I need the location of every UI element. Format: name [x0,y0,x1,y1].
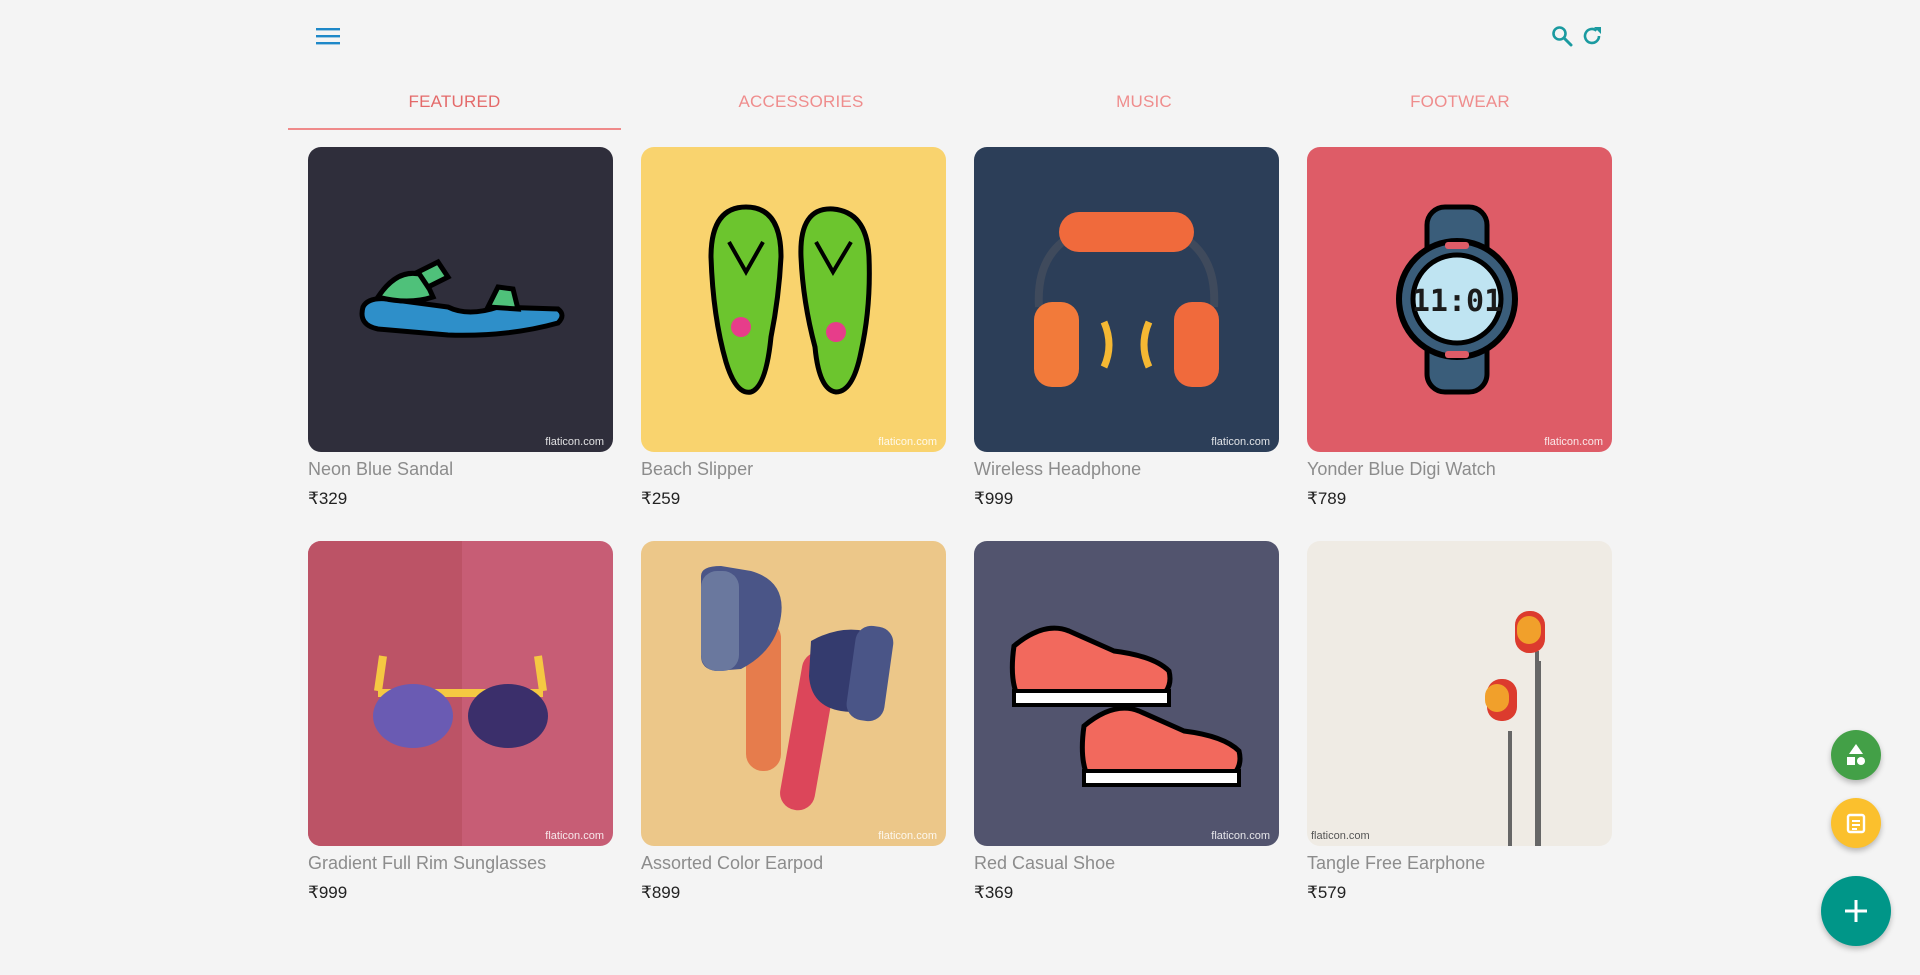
product-price: ₹899 [641,883,681,902]
watermark: flaticon.com [545,436,604,448]
product-image: flaticon.com [308,541,613,846]
tab-music[interactable]: MUSIC [981,78,1307,130]
product-name: Assorted Color Earpod [641,853,824,873]
watermark: flaticon.com [1544,436,1603,448]
product-name: Gradient Full Rim Sunglasses [308,853,547,873]
watermark: flaticon.com [1211,830,1270,842]
product-image: flaticon.com [641,147,946,452]
product-name: Beach Slipper [641,459,754,479]
product-price: ₹329 [308,489,348,508]
earpod-icon [701,566,894,811]
headphone-icon [1034,212,1219,387]
product-price: ₹579 [1307,883,1347,902]
watch-icon: 11:01 [1396,204,1518,395]
shapes-fab-button[interactable] [1831,730,1881,780]
tab-featured[interactable]: FEATURED [288,78,621,130]
product-card[interactable]: flaticon.com Red Casual Shoe ₹369 [974,541,1279,903]
shapes-icon [1847,744,1865,765]
product-price: ₹999 [974,489,1014,508]
product-name: Yonder Blue Digi Watch [1307,459,1496,479]
product-image: flaticon.com [974,147,1279,452]
product-name: Red Casual Shoe [974,853,1116,873]
notes-fab-button[interactable] [1831,798,1881,848]
watermark: flaticon.com [545,830,604,842]
product-price: ₹369 [974,883,1014,902]
product-name: Neon Blue Sandal [308,459,454,479]
product-image: flaticon.com [308,147,613,452]
tab-accessories[interactable]: ACCESSORIES [621,78,981,130]
product-card[interactable]: 11:01 flaticon.com Yonder Blue Digi Watc… [1307,147,1612,509]
product-name: Tangle Free Earphone [1307,853,1486,873]
watermark: flaticon.com [1311,830,1370,842]
watermark: flaticon.com [878,830,937,842]
hamburger-menu-icon[interactable] [312,20,344,52]
sandal-icon [359,258,565,338]
product-card[interactable]: flaticon.com Neon Blue Sandal ₹329 [308,147,613,509]
product-name: Wireless Headphone [974,459,1142,479]
product-image: flaticon.com [974,541,1279,846]
watch-time: 11:01 [1412,284,1502,319]
earphone-icon [1485,611,1545,846]
product-card[interactable]: flaticon.com Wireless Headphone ₹999 [974,147,1279,509]
watermark: flaticon.com [878,436,937,448]
tab-footwear[interactable]: FOOTWEAR [1307,78,1613,130]
sunglasses-icon [308,541,548,846]
product-image: flaticon.com [1307,541,1612,846]
product-image: 11:01 flaticon.com [1307,147,1612,452]
product-price: ₹259 [641,489,681,508]
slipper-icon [708,204,872,395]
product-price: ₹999 [308,883,348,902]
product-card[interactable]: flaticon.com Assorted Color Earpod ₹899 [641,541,946,903]
product-card[interactable]: flaticon.com Beach Slipper ₹259 [641,147,946,509]
product-card[interactable]: flaticon.com Tangle Free Earphone ₹579 [1307,541,1612,903]
refresh-icon[interactable] [1578,22,1606,50]
watermark: flaticon.com [1211,436,1270,448]
category-tabs: FEATURED ACCESSORIES MUSIC FOOTWEAR [288,78,1613,130]
notes-icon [1846,813,1866,834]
product-image: flaticon.com [641,541,946,846]
add-fab-button[interactable] [1821,876,1891,946]
product-card[interactable]: flaticon.com Gradient Full Rim Sunglasse… [308,541,613,903]
plus-icon [1845,900,1867,922]
search-icon[interactable] [1548,22,1576,50]
shoe-icon [1009,625,1243,787]
top-bar [0,0,1920,72]
product-price: ₹789 [1307,489,1347,508]
